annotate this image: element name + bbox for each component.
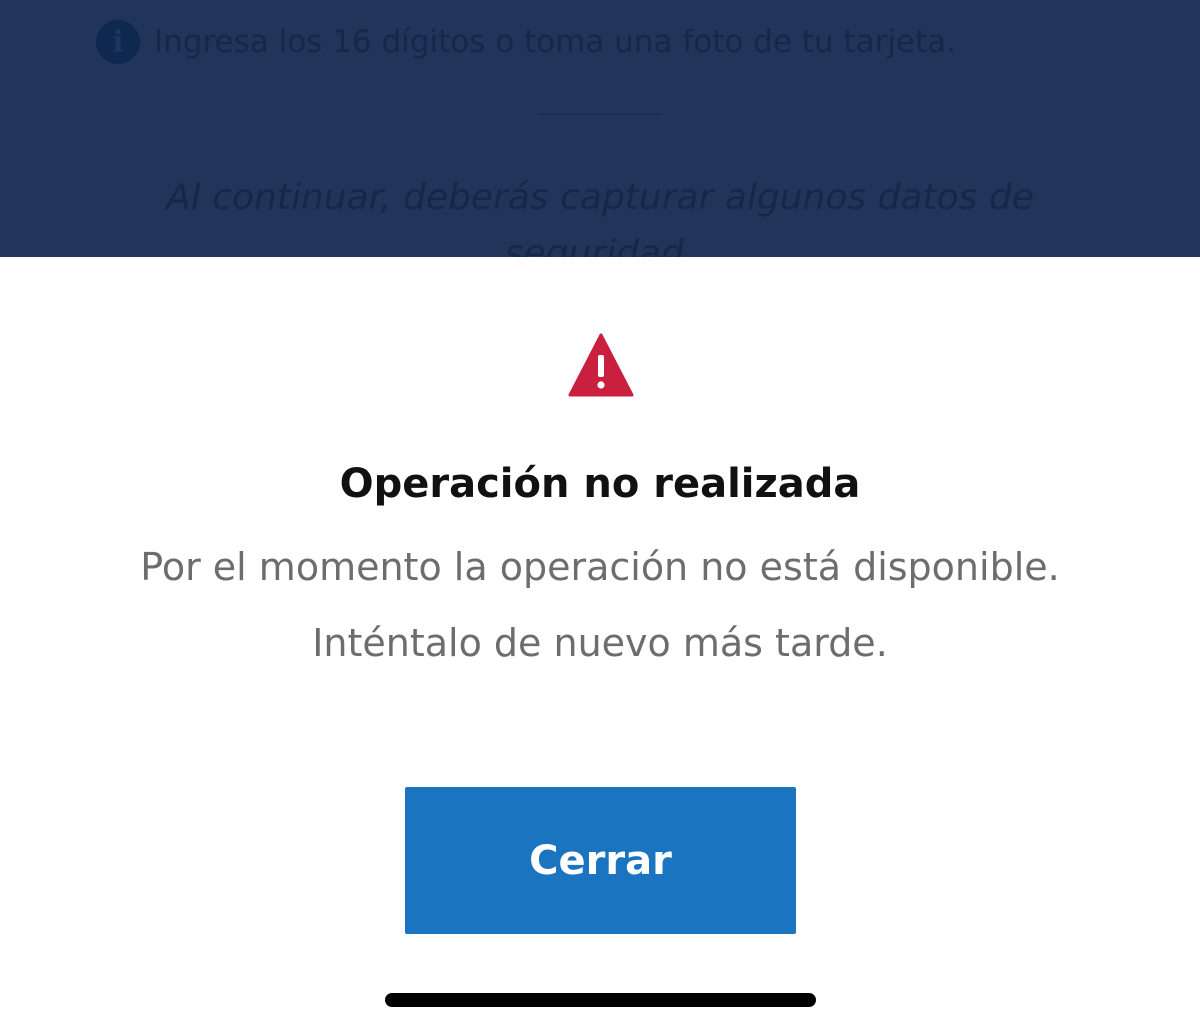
- security-notice: Al continuar, deberás capturar algunos d…: [0, 170, 1200, 257]
- dimmed-background-page: i Ingresa los 16 dígitos o toma una foto…: [0, 0, 1200, 257]
- divider: [538, 113, 662, 115]
- dialog-title: Operación no realizada: [339, 461, 861, 507]
- dialog-message-line-1: Por el momento la operación no está disp…: [140, 545, 1060, 589]
- dialog-message: Por el momento la operación no está disp…: [0, 529, 1200, 681]
- screen: i Ingresa los 16 dígitos o toma una foto…: [0, 0, 1200, 1032]
- home-indicator[interactable]: [385, 993, 816, 1007]
- info-hint: i Ingresa los 16 dígitos o toma una foto…: [96, 18, 956, 66]
- info-hint-text: Ingresa los 16 dígitos o toma una foto d…: [154, 24, 957, 60]
- dialog-message-line-2: Inténtalo de nuevo más tarde.: [312, 621, 888, 665]
- error-bottom-sheet: Operación no realizada Por el momento la…: [0, 257, 1200, 1032]
- security-notice-line-1: Al continuar, deberás capturar algunos d…: [166, 177, 1034, 218]
- info-circle-icon: i: [96, 20, 140, 64]
- security-notice-line-2: seguridad.: [504, 233, 696, 257]
- warning-triangle-icon: [568, 333, 634, 397]
- close-button[interactable]: Cerrar: [405, 787, 796, 934]
